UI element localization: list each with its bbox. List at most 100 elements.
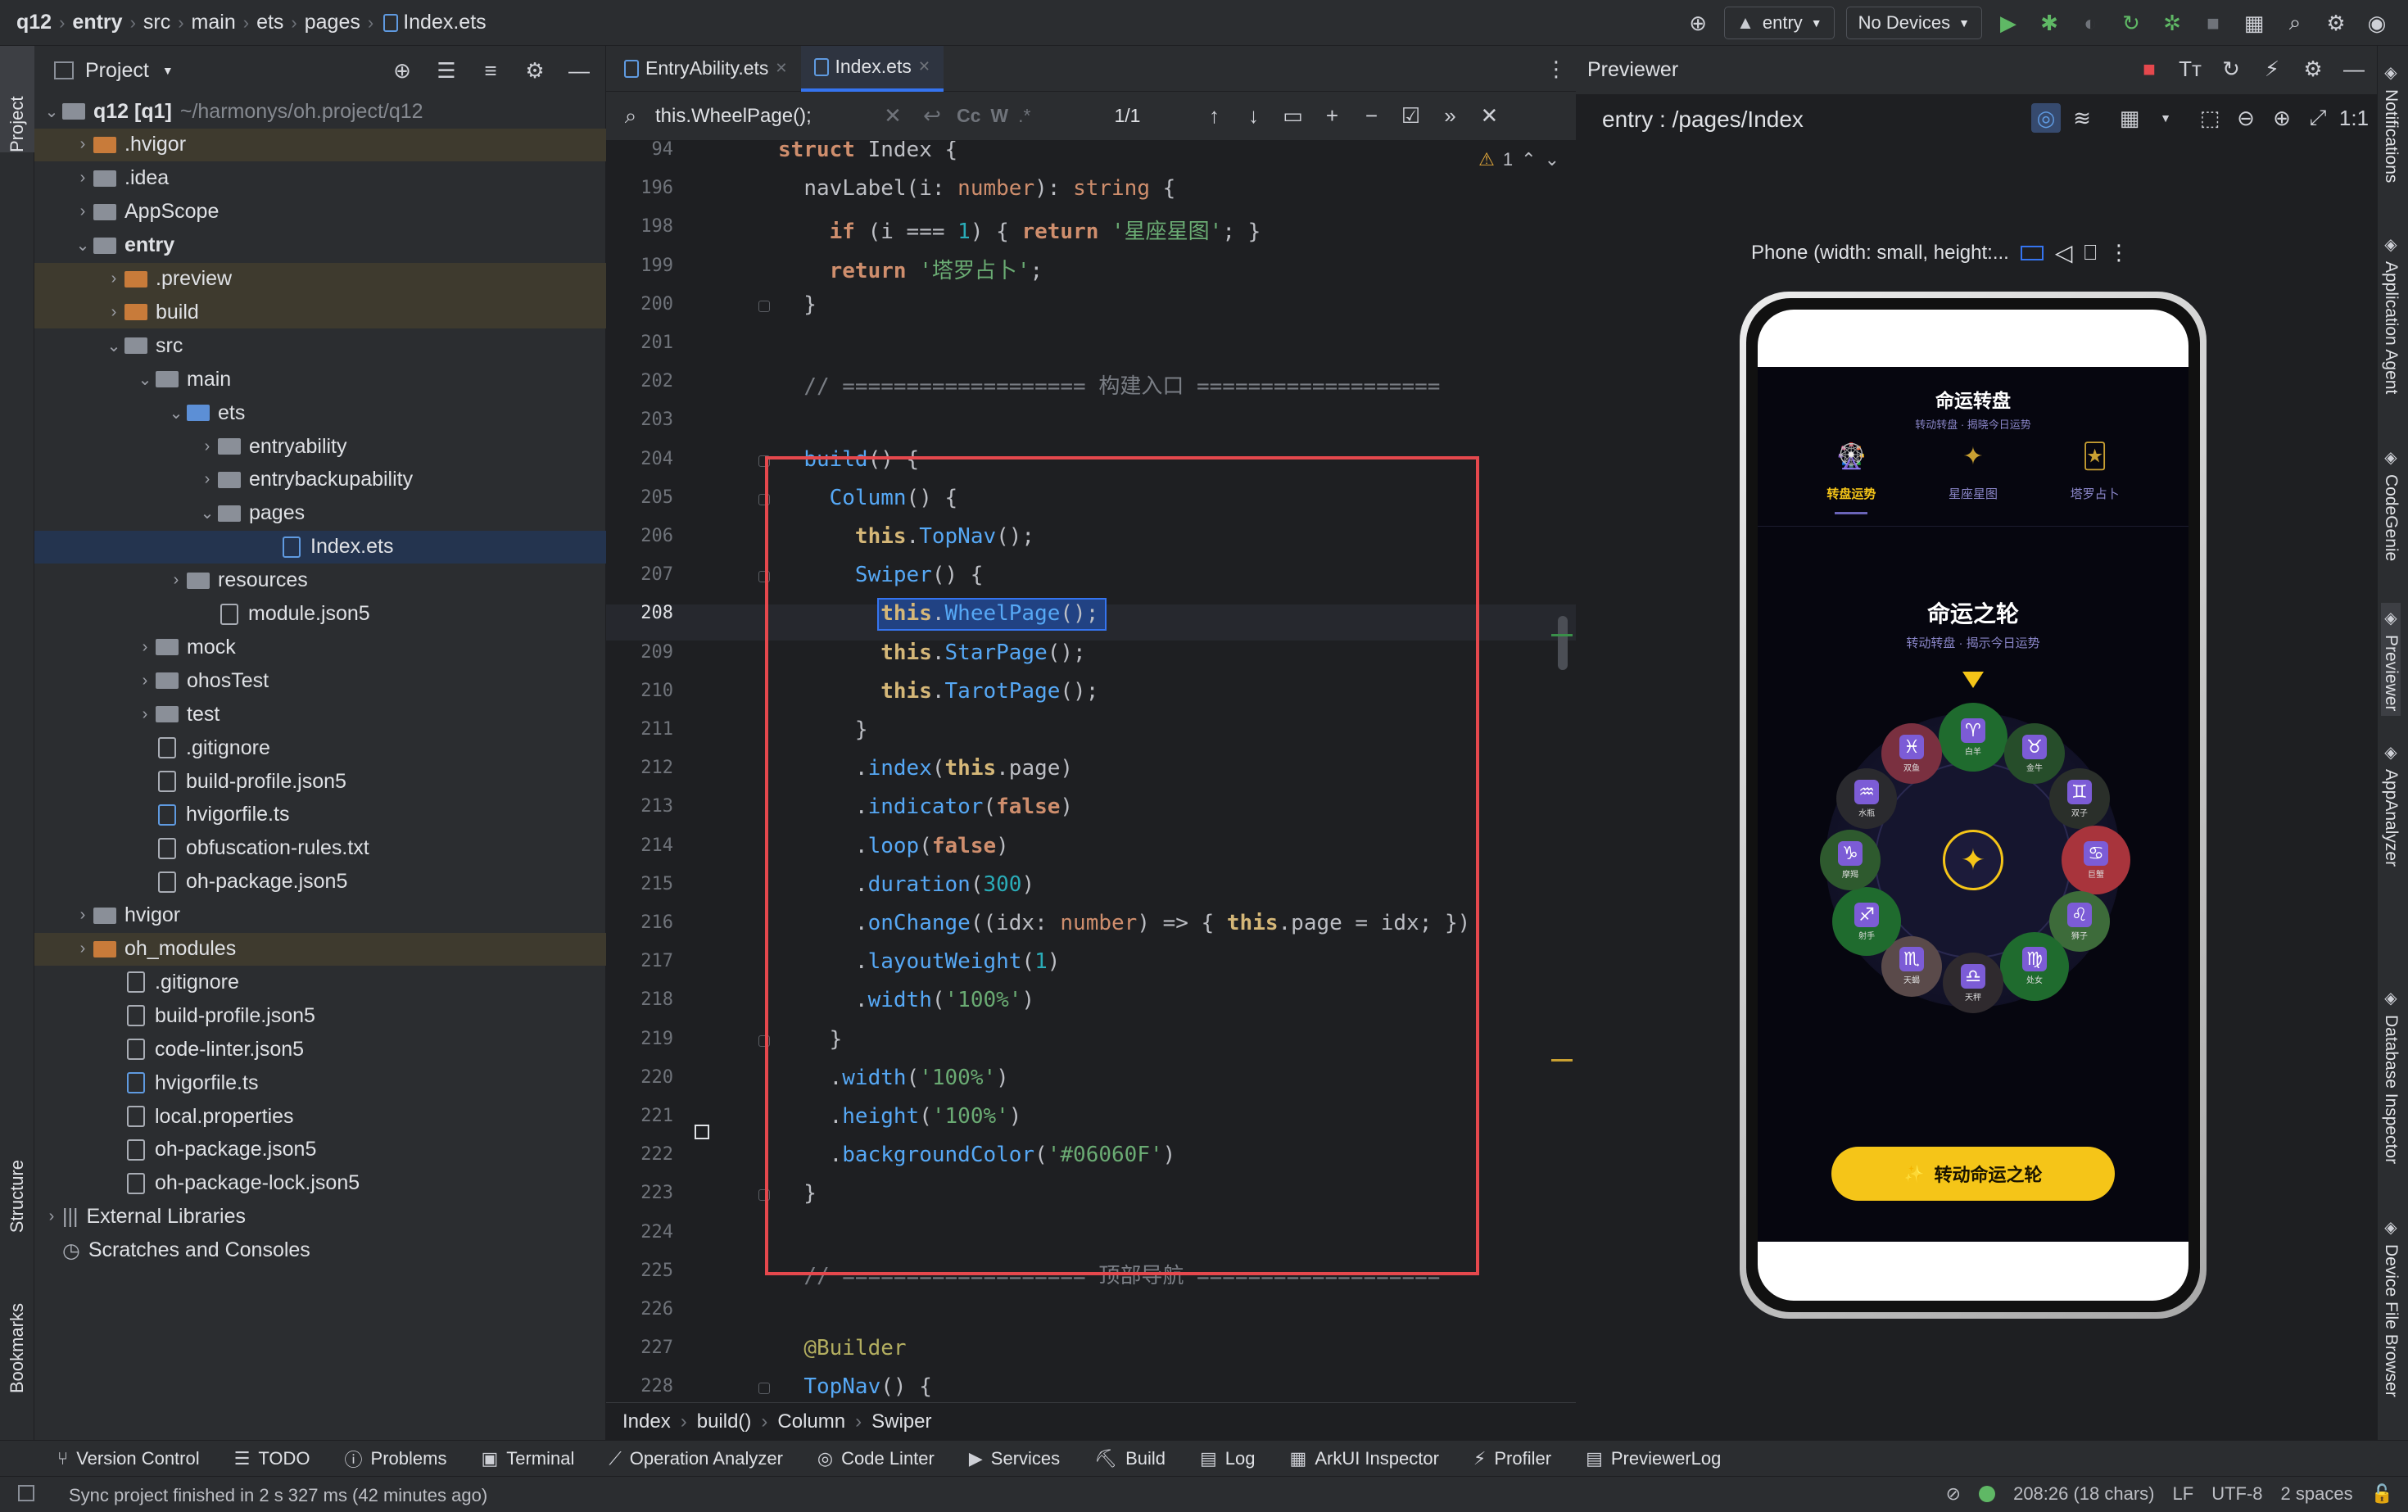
project-tree-item[interactable]: build-profile.json5	[34, 999, 606, 1032]
previous-highlight-icon[interactable]: ⌃	[1521, 149, 1536, 170]
tool-codegenie[interactable]: ◈ CodeGenie	[2381, 447, 2401, 561]
fold-marker-icon[interactable]	[758, 300, 770, 312]
close-tab-icon[interactable]: ✕	[918, 58, 930, 75]
stop-preview-icon[interactable]: ■	[2134, 54, 2164, 84]
debug-icon[interactable]: ✱	[2035, 8, 2064, 38]
tool-window-arkui-inspector[interactable]: ▦ ArkUI Inspector	[1290, 1448, 1439, 1469]
tool-application-agent[interactable]: ◈ Application Agent	[2381, 234, 2401, 394]
stop-icon[interactable]: ■	[2198, 8, 2228, 38]
tool-previewer[interactable]: ◈ Previewer	[2381, 603, 2401, 717]
chevron-down-icon[interactable]: ⌄	[72, 235, 93, 256]
device-dropdown-chevron-icon[interactable]: ▼	[2151, 103, 2180, 133]
profile-icon[interactable]: ✲	[2157, 8, 2187, 38]
expand-all-icon[interactable]: ☰	[432, 56, 461, 85]
search-icon[interactable]: ⌕	[2280, 8, 2310, 38]
project-tree-item[interactable]: › ||| External Libraries	[34, 1201, 606, 1234]
project-tree-item[interactable]: ⌄ q12 [q1] ~/harmonys/oh.project/q12	[34, 95, 606, 128]
project-tree-item[interactable]: .gitignore	[34, 966, 606, 998]
tool-notifications[interactable]: ◈ Notifications	[2381, 62, 2401, 183]
run-configuration-select[interactable]: ▲ entry ▼	[1724, 7, 1835, 39]
tool-database-inspector[interactable]: ◈ Database Inspector	[2381, 988, 2401, 1164]
code-breadcrumb-item[interactable]: Swiper	[871, 1410, 931, 1433]
next-match-icon[interactable]: ↓	[1238, 102, 1268, 131]
tool-window-terminal[interactable]: ▣ Terminal	[481, 1448, 574, 1469]
select-all-occurrences-icon[interactable]: ▭	[1278, 102, 1307, 131]
chevron-right-icon[interactable]: ›	[103, 269, 124, 288]
project-tree-item[interactable]: › resources	[34, 564, 606, 597]
find-input[interactable]: this.WheelPage();	[655, 105, 868, 128]
project-tree-item[interactable]: oh-package.json5	[34, 866, 606, 899]
editor-scrollbar-thumb[interactable]	[1558, 616, 1568, 670]
zodiac-sign-2[interactable]: ♊ 双子	[2048, 768, 2110, 829]
match-case-toggle[interactable]: Cc	[957, 105, 980, 127]
device-menu-icon[interactable]: ⋮	[2108, 240, 2130, 265]
project-tree-item[interactable]: code-linter.json5	[34, 1033, 606, 1066]
project-tree-item[interactable]: › AppScope	[34, 196, 606, 229]
panel-settings-gear-icon[interactable]: ⚙	[520, 56, 550, 85]
chevron-right-icon[interactable]: ›	[41, 1207, 62, 1226]
structure-tool-button[interactable]: Structure	[7, 1160, 28, 1238]
remove-selection-icon[interactable]: −	[1356, 102, 1386, 131]
zodiac-sign-8[interactable]: ♐ 射手	[1832, 887, 1902, 956]
chevron-down-icon[interactable]: ⌄	[134, 369, 156, 390]
project-tree-item[interactable]: ⌄ pages	[34, 497, 606, 530]
chevron-down-icon[interactable]: ⌄	[41, 102, 62, 122]
breadcrumb-item[interactable]: Index.ets	[403, 11, 486, 34]
close-tab-icon[interactable]: ✕	[775, 60, 787, 77]
fold-marker-icon[interactable]	[758, 1383, 770, 1395]
tool-window-version-control[interactable]: ⑂ Version Control	[57, 1448, 200, 1469]
previewer-settings-gear-icon[interactable]: ⚙	[2298, 54, 2328, 84]
tool-window-code-linter[interactable]: ◎ Code Linter	[817, 1448, 935, 1469]
target-icon[interactable]: ⊕	[1683, 8, 1713, 38]
chevron-right-icon[interactable]: ›	[72, 906, 93, 925]
one-to-one-icon[interactable]: 1:1	[2339, 103, 2369, 133]
project-tree-item[interactable]: oh-package.json5	[34, 1134, 606, 1166]
zodiac-sign-11[interactable]: ♓ 双鱼	[1881, 723, 1942, 785]
breadcrumb-item[interactable]: entry	[72, 11, 122, 34]
more-options-icon[interactable]: »	[1435, 102, 1464, 131]
back-icon[interactable]: ◁	[2055, 239, 2073, 266]
indent-setting[interactable]: 2 spaces	[2281, 1483, 2353, 1505]
tool-window-previewerlog[interactable]: ▤ PreviewerLog	[1586, 1448, 1721, 1469]
chevron-right-icon[interactable]: ›	[72, 135, 93, 154]
add-selection-icon[interactable]: +	[1317, 102, 1347, 131]
app-nav-tab[interactable]: ✦ 星座星图	[1928, 442, 2018, 514]
whole-words-toggle[interactable]: W	[990, 105, 1008, 127]
tool-window-log[interactable]: ▤ Log	[1200, 1448, 1256, 1469]
chevron-down-icon[interactable]: ⌄	[165, 403, 187, 423]
project-tree-item[interactable]: oh-package-lock.json5	[34, 1167, 606, 1200]
device-select[interactable]: No Devices ▼	[1845, 7, 1982, 39]
project-tree-item[interactable]: › .idea	[34, 162, 606, 195]
bookmarks-tool-button[interactable]: Bookmarks	[7, 1303, 28, 1398]
code-area[interactable]: 94 struct Index {196 navLabel(i: number):…	[606, 141, 1576, 1402]
settings-gear-icon[interactable]: ⚙	[2321, 8, 2351, 38]
spin-wheel-button[interactable]: ✨ 转动命运之轮	[1831, 1147, 2115, 1201]
lock-icon[interactable]: 🔓	[2371, 1483, 2393, 1505]
new-line-icon[interactable]: ↩	[917, 102, 947, 131]
layers-icon[interactable]: ≋	[2067, 103, 2097, 133]
code-breadcrumb-item[interactable]: build()	[697, 1410, 752, 1433]
zodiac-sign-9[interactable]: ♑ 摩羯	[1820, 830, 1881, 890]
project-tree-item[interactable]: › entrybackupability	[34, 464, 606, 496]
project-tree-item[interactable]: hvigorfile.ts	[34, 1066, 606, 1099]
chevron-right-icon[interactable]: ›	[134, 638, 156, 657]
project-tree-item[interactable]: hvigorfile.ts	[34, 799, 606, 831]
app-nav-tab[interactable]: 🃏 塔罗占卜	[2050, 442, 2140, 514]
orientation-icon[interactable]	[2020, 245, 2044, 260]
project-tree-item[interactable]: › .hvigor	[34, 128, 606, 161]
project-tree-item[interactable]: ⌄ main	[34, 363, 606, 396]
code-breadcrumb-item[interactable]: Column	[777, 1410, 845, 1433]
tool-window-problems[interactable]: ⓘ Problems	[345, 1446, 447, 1472]
breadcrumb-item[interactable]: q12	[16, 11, 52, 34]
chevron-right-icon[interactable]: ›	[72, 169, 93, 188]
close-find-icon[interactable]: ✕	[1474, 102, 1504, 131]
font-size-icon[interactable]: Tт	[2175, 54, 2205, 84]
breadcrumb-item[interactable]: pages	[305, 11, 360, 34]
more-tabs-icon[interactable]: ⋮	[1541, 54, 1571, 84]
project-tree-item[interactable]: build-profile.json5	[34, 765, 606, 798]
breadcrumb-item[interactable]: main	[192, 11, 236, 34]
fortune-wheel[interactable]: ✦ ♈ 白羊 ♉ 金牛 ♊ 双子 ♋ 巨蟹 ♌ 狮子 ♍ 处女 ♎ 天秤 ♏ 天蝎 ♐ 射手 ♑ 摩羯 ♒ 水瓶 ♓ 双鱼	[1817, 703, 2130, 1016]
run-icon[interactable]: ▶	[1994, 8, 2023, 38]
chevron-right-icon[interactable]: ›	[134, 705, 156, 724]
project-tree-item[interactable]: module.json5	[34, 598, 606, 631]
